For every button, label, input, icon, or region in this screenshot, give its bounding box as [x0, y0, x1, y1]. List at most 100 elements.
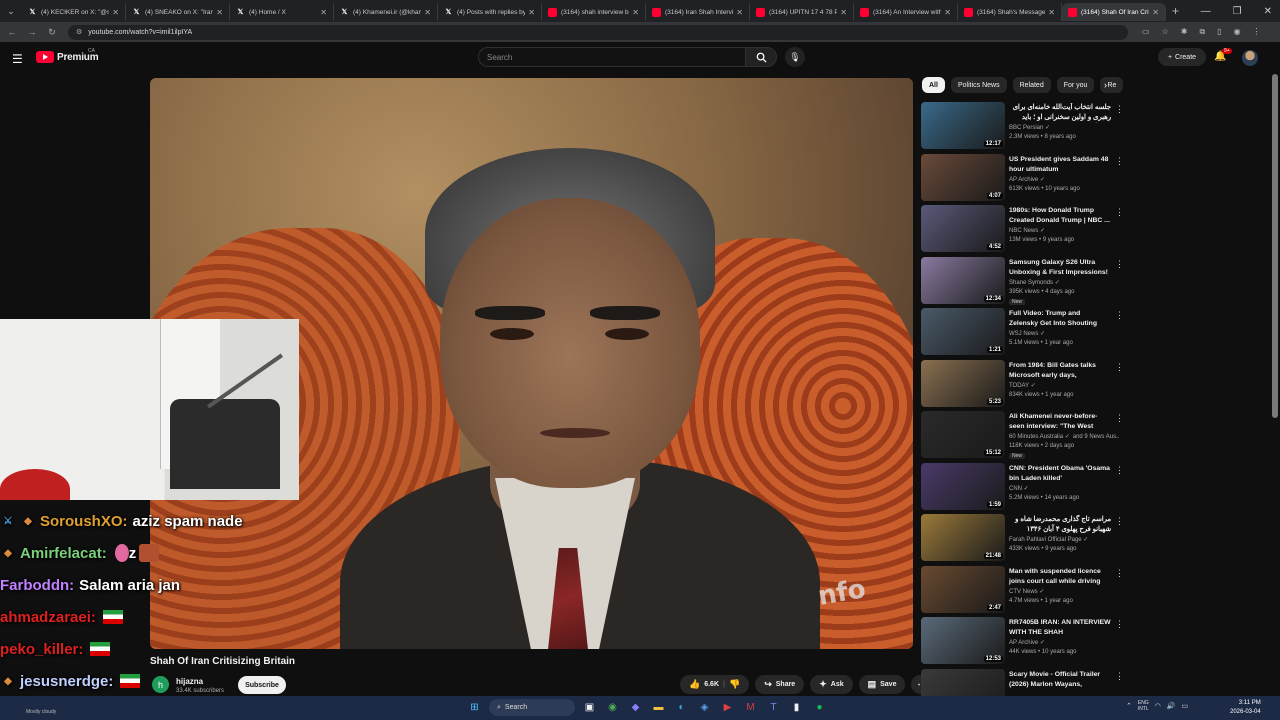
voice-search-button[interactable]: 🎙	[785, 47, 805, 67]
browser-tab[interactable]: (3164) An Interview with ✕	[854, 3, 958, 21]
close-window-icon[interactable]: ✕	[1264, 6, 1272, 17]
browser-tab[interactable]: (3164) UPITN 17 4 78 PA ✕	[750, 3, 854, 21]
save-button[interactable]: ▤ Save	[858, 675, 906, 694]
extensions-puzzle-icon[interactable]: ⧉	[1199, 27, 1205, 37]
video-thumbnail[interactable]: 4:07	[921, 153, 1005, 201]
tab-search-icon[interactable]: ⌄	[0, 0, 22, 22]
more-vertical-icon[interactable]: ⋮	[1115, 104, 1124, 115]
browser-tab[interactable]: (3164) shah interview bla ✕	[542, 3, 646, 21]
maximize-icon[interactable]: ❐	[1233, 6, 1242, 17]
windows-start-icon[interactable]: ⊞	[466, 699, 483, 716]
tab-close-icon[interactable]: ✕	[424, 8, 431, 17]
video-title[interactable]: 1980s: How Donald Trump Created Donald T…	[1009, 206, 1111, 226]
video-thumbnail[interactable]: 4:52	[921, 205, 1005, 252]
search-input[interactable]: Search	[478, 47, 746, 67]
channel-name[interactable]: AP Archive	[1009, 640, 1038, 646]
video-title[interactable]: Full Video: Trump and Zelensky Get Into …	[1009, 309, 1111, 329]
edge-icon[interactable]: ◐	[673, 699, 690, 716]
video-title[interactable]: Scary Movie - Official Trailer (2026) Ma…	[1009, 670, 1111, 690]
tab-close-icon[interactable]: ✕	[320, 8, 327, 17]
more-vertical-icon[interactable]: ⋮	[1115, 671, 1124, 682]
ask-button[interactable]: ✦ Ask	[810, 675, 853, 694]
create-button[interactable]: + Create	[1158, 48, 1206, 66]
video-thumbnail[interactable]: 12:17	[921, 102, 1005, 149]
video-title[interactable]: CNN: President Obama 'Osama bin Laden ki…	[1009, 464, 1111, 484]
video-thumbnail[interactable]: 5:23	[921, 359, 1005, 407]
taskbar-search[interactable]: ⌕ Search	[489, 699, 575, 716]
video-title[interactable]: Samsung Galaxy S26 Ultra Unboxing & Firs…	[1009, 258, 1111, 278]
channel-name[interactable]: Farah Pahlavi Official Page	[1009, 537, 1082, 543]
browser-tab[interactable]: (3164) Shah Of Iran Critis ✕	[1062, 3, 1166, 21]
video-thumbnail[interactable]: 1:21	[921, 308, 1005, 355]
more-vertical-icon[interactable]: ⋮	[1115, 156, 1124, 167]
subscribe-button[interactable]: Subscribe	[238, 676, 286, 694]
video-thumbnail[interactable]: 12:34	[921, 256, 1005, 304]
system-clock[interactable]: 3:11 PM 2026-03-04	[1230, 699, 1261, 717]
browser-tab[interactable]: 𝕏 (4) Home / X ✕	[230, 3, 334, 21]
browser-tab[interactable]: (3164) Iran Shah Interview✕	[646, 3, 750, 21]
more-vertical-icon[interactable]: ⋮	[1115, 362, 1124, 373]
spotify-icon[interactable]: ●	[811, 699, 828, 716]
more-vertical-icon[interactable]: ⋮	[1115, 465, 1124, 476]
teams-icon[interactable]: T	[765, 699, 782, 716]
extension-icon[interactable]: ✱	[1181, 27, 1188, 37]
more-vertical-icon[interactable]: ⋮	[1115, 310, 1124, 321]
tab-close-icon[interactable]: ✕	[1152, 8, 1159, 17]
channel-avatar[interactable]: h	[152, 676, 169, 693]
more-vertical-icon[interactable]: ⋮	[1115, 207, 1124, 218]
recommended-video[interactable]: 12:17 جلسه انتخاب آیت‌الله خامنه‌ای برای …	[921, 102, 1126, 154]
recommended-video[interactable]: 4:07 US President gives Saddam 48 hour ul…	[921, 153, 1126, 206]
video-title[interactable]: From 1984: Bill Gates talks Microsoft ea…	[1009, 361, 1111, 381]
recommended-video[interactable]: 2:47 Man with suspended licence joins cou…	[921, 565, 1126, 618]
chevron-right-icon[interactable]: ›	[1104, 80, 1107, 90]
search-button[interactable]	[745, 47, 777, 67]
video-title[interactable]: مراسم تاج گذاری محمدرضا شاه و شهبانو فرح…	[1009, 515, 1111, 535]
minimize-icon[interactable]: —	[1201, 6, 1211, 17]
filter-chip[interactable]: Related	[1012, 77, 1051, 93]
recommended-video[interactable]: 1:59 CNN: President Obama 'Osama bin Lade…	[921, 462, 1126, 515]
channel-name[interactable]: CTV News	[1009, 589, 1038, 595]
more-vertical-icon[interactable]: ⋮	[1115, 259, 1124, 270]
recommended-video[interactable]: 15:12 Ali Khamenei never-before-seen inte…	[921, 411, 1126, 463]
video-thumbnail[interactable]: 2:47	[921, 565, 1005, 613]
store-icon[interactable]: ◈	[696, 699, 713, 716]
task-view-icon[interactable]: ▣	[581, 699, 598, 716]
filter-chip[interactable]: All	[922, 77, 945, 93]
filter-chip[interactable]: For you	[1056, 77, 1095, 93]
file-explorer-icon[interactable]: ▬	[650, 699, 667, 716]
tab-close-icon[interactable]: ✕	[1048, 8, 1055, 17]
battery-icon[interactable]: ▭	[1182, 702, 1189, 710]
recommended-video[interactable]: 5:23 From 1984: Bill Gates talks Microsof…	[921, 359, 1126, 412]
recommended-video[interactable]: 12:34 Samsung Galaxy S26 Ultra Unboxing &…	[921, 256, 1126, 309]
channel-name[interactable]: AP Archive	[1009, 177, 1038, 183]
video-thumbnail[interactable]: 1:59	[921, 462, 1005, 510]
menu-icon[interactable]: ☰	[12, 52, 23, 66]
browser-menu-icon[interactable]: ⋮	[1253, 27, 1261, 37]
copilot-icon[interactable]: ◆	[627, 699, 644, 716]
channel-name[interactable]: 60 Minutes Australia	[1009, 434, 1063, 440]
channel-name[interactable]: Shane Symonds	[1009, 280, 1053, 286]
wifi-icon[interactable]: ◠	[1155, 702, 1161, 710]
mail-icon[interactable]: M	[742, 699, 759, 716]
recommended-video[interactable]: 12:53 RR7405B IRAN: AN INTERVIEW WITH THE…	[921, 617, 1126, 669]
like-button[interactable]: 👍 6.6K | 👎	[680, 675, 750, 694]
account-avatar[interactable]	[1242, 50, 1258, 66]
reload-icon[interactable]: ↻	[44, 27, 60, 38]
cast-icon[interactable]: ▭	[1142, 27, 1150, 37]
more-vertical-icon[interactable]: ⋮	[1115, 413, 1124, 424]
browser-tab[interactable]: 𝕏 (4) Posts with replies by I ✕	[438, 3, 542, 21]
chrome-icon[interactable]: ◉	[604, 699, 621, 716]
video-thumbnail[interactable]: 12:53	[921, 617, 1005, 664]
video-title[interactable]: RR7405B IRAN: AN INTERVIEW WITH THE SHAH	[1009, 618, 1111, 638]
profile-icon[interactable]: ◉	[1234, 27, 1241, 37]
more-vertical-icon[interactable]: ⋮	[1115, 516, 1124, 527]
volume-icon[interactable]: 🔊	[1167, 702, 1176, 710]
video-title[interactable]: Man with suspended licence joins court c…	[1009, 567, 1111, 587]
forward-icon[interactable]: →	[24, 27, 40, 37]
channel-name[interactable]: BBC Persian	[1009, 125, 1043, 131]
channel-name[interactable]: NBC News	[1009, 228, 1038, 234]
video-thumbnail[interactable]: 21:48	[921, 514, 1005, 561]
terminal-icon[interactable]: ▮	[788, 699, 805, 716]
back-icon[interactable]: ←	[4, 27, 20, 37]
browser-tab[interactable]: 𝕏 (4) KECIKER on X: "@sneak✕	[22, 3, 126, 21]
